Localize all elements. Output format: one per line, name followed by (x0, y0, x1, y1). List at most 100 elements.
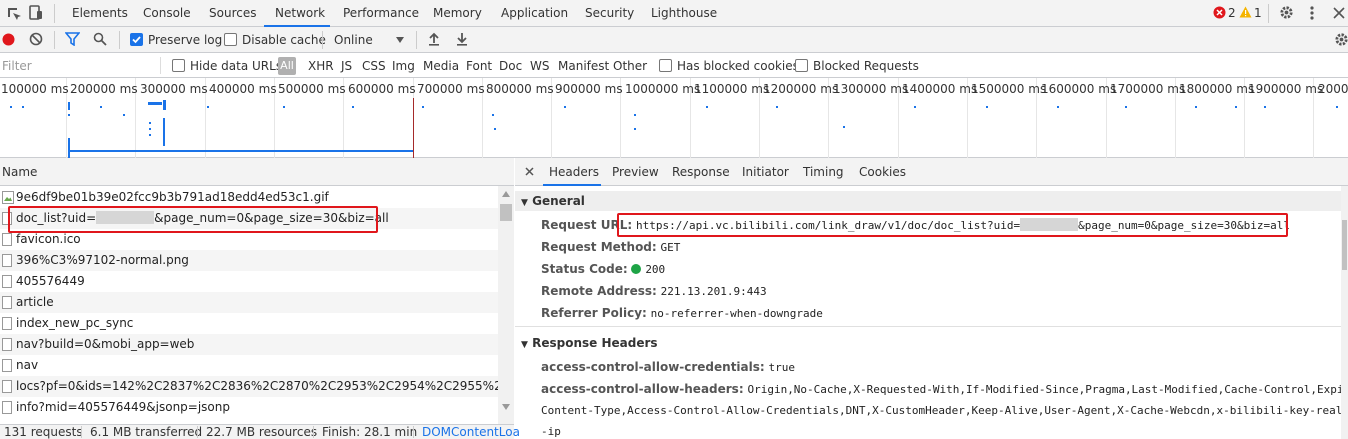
filter-type-js[interactable]: JS (341, 59, 352, 73)
device-toolbar-icon[interactable] (29, 5, 43, 21)
scrollbar-thumb[interactable] (500, 204, 512, 221)
divider (416, 31, 417, 49)
remote-address-value: 221.13.201.9:443 (660, 285, 767, 298)
status-finish: Finish: 28.1 min (322, 425, 418, 439)
referrer-policy-row: Referrer Policy: no-referrer-when-downgr… (541, 303, 823, 323)
list-item[interactable]: index_new_pc_sync (0, 313, 498, 334)
list-item[interactable]: nav?build=0&mobi_app=web (0, 334, 498, 355)
tab-console[interactable]: Console (143, 0, 191, 27)
tab-timing[interactable]: Timing (803, 158, 844, 186)
filter-type-css[interactable]: CSS (362, 59, 386, 73)
preserve-log-checkbox[interactable] (130, 33, 143, 46)
network-overview-timeline[interactable]: 100000 ms 200000 ms 300000 ms 400000 ms 5000… (0, 78, 1348, 158)
warning-icon[interactable] (1239, 6, 1252, 18)
list-item-label: 405576449 (16, 274, 85, 288)
referrer-policy-key: Referrer Policy: (541, 306, 647, 320)
overview-request-marks (10, 100, 1338, 146)
list-item[interactable]: 405576449 (0, 271, 498, 292)
filter-type-media[interactable]: Media (423, 59, 459, 73)
divider (119, 31, 120, 49)
filter-type-doc[interactable]: Doc (499, 59, 522, 73)
blocked-requests-label[interactable]: Blocked Requests (813, 59, 919, 73)
tab-initiator[interactable]: Initiator (742, 158, 789, 186)
record-icon[interactable] (2, 33, 15, 46)
list-item[interactable]: 396%C3%97102-normal.png (0, 250, 498, 271)
list-item[interactable]: info?mid=405576449&jsonp=jsonp (0, 397, 498, 418)
list-item[interactable]: locs?pf=0&ids=142%2C2837%2C2836%2C2870%2… (0, 376, 498, 397)
response-headers-title: Response Headers (532, 336, 658, 350)
tab-network[interactable]: Network (264, 0, 330, 27)
tab-memory[interactable]: Memory (433, 0, 482, 27)
request-method-value: GET (660, 241, 681, 254)
acac-row: access-control-allow-credentials: true (541, 357, 795, 377)
referrer-policy-value: no-referrer-when-downgrade (650, 307, 823, 320)
file-icon (2, 317, 12, 330)
search-icon[interactable] (93, 32, 107, 46)
response-headers-section-header[interactable]: ▼ Response Headers (515, 333, 1341, 353)
details-scrollbar[interactable] (1341, 186, 1348, 439)
scrollbar-thumb[interactable] (1342, 220, 1347, 270)
blocked-requests-checkbox[interactable] (795, 59, 808, 72)
devtools-tab-bar: Elements Console Sources Network Perform… (0, 0, 1348, 27)
export-har-icon[interactable] (456, 32, 468, 46)
more-options-icon[interactable] (1310, 5, 1314, 21)
gear-icon[interactable] (1279, 5, 1294, 20)
preserve-log-label[interactable]: Preserve log (148, 33, 222, 47)
import-har-icon[interactable] (428, 32, 440, 46)
has-blocked-cookies-label[interactable]: Has blocked cookies (677, 59, 799, 73)
acah-row-cont: Content-Type,Access-Control-Allow-Creden… (541, 404, 1343, 417)
general-section-title: General (532, 194, 585, 208)
filter-type-img[interactable]: Img (392, 59, 415, 73)
filter-type-other[interactable]: Other (613, 59, 647, 73)
inspect-element-icon[interactable] (6, 6, 22, 22)
file-icon (2, 401, 12, 414)
status-code-row: Status Code: 200 (541, 259, 665, 279)
divider (54, 31, 55, 49)
request-method-key: Request Method: (541, 240, 657, 254)
list-item-label: nav (16, 358, 39, 372)
clear-icon[interactable] (29, 32, 43, 46)
request-details-pane: Headers Preview Response Initiator Timin… (515, 158, 1348, 439)
has-blocked-cookies-checkbox[interactable] (659, 59, 672, 72)
hide-data-urls-label[interactable]: Hide data URLs (190, 59, 282, 73)
filter-type-xhr[interactable]: XHR (308, 59, 334, 73)
filter-type-all[interactable]: All (278, 57, 296, 75)
tab-lighthouse[interactable]: Lighthouse (651, 0, 717, 27)
throttling-select[interactable]: Online (334, 33, 373, 47)
tab-security[interactable]: Security (585, 0, 634, 27)
tab-response[interactable]: Response (672, 158, 730, 186)
name-column-header[interactable]: Name (0, 158, 514, 186)
error-icon[interactable] (1213, 6, 1226, 19)
hide-data-urls-checkbox[interactable] (172, 59, 185, 72)
filter-type-ws[interactable]: WS (530, 59, 549, 73)
list-item[interactable]: 9e6df9be01b39e02fcc9b3b791ad18edd4ed53c1… (0, 187, 498, 208)
network-settings-gear-icon[interactable] (1334, 32, 1348, 47)
filter-icon[interactable] (65, 32, 80, 46)
file-icon (2, 254, 12, 267)
divider (313, 426, 314, 438)
general-section-header[interactable]: ▼ General (515, 191, 1341, 211)
acac-key: access-control-allow-credentials: (541, 360, 765, 374)
filter-type-font[interactable]: Font (466, 59, 492, 73)
tab-cookies[interactable]: Cookies (859, 158, 906, 186)
close-icon[interactable] (1333, 7, 1345, 19)
status-ok-icon (631, 264, 642, 274)
request-list-scrollbar[interactable] (498, 186, 514, 424)
chevron-down-icon[interactable] (396, 37, 404, 43)
disable-cache-label[interactable]: Disable cache (242, 33, 326, 47)
filter-type-manifest[interactable]: Manifest (558, 59, 609, 73)
tab-performance[interactable]: Performance (343, 0, 419, 27)
warning-count[interactable]: 1 (1254, 6, 1262, 20)
close-icon[interactable] (525, 167, 534, 176)
list-item[interactable]: article (0, 292, 498, 313)
tab-preview[interactable]: Preview (612, 158, 659, 186)
list-item[interactable]: nav (0, 355, 498, 376)
filter-input[interactable]: Filter (2, 59, 32, 73)
tab-sources[interactable]: Sources (209, 0, 256, 27)
tab-application[interactable]: Application (501, 0, 568, 27)
status-transferred: 6.1 MB transferred (90, 425, 203, 439)
error-count[interactable]: 2 (1228, 6, 1236, 20)
tab-headers[interactable]: Headers (543, 158, 601, 186)
disable-cache-checkbox[interactable] (224, 33, 237, 46)
tab-elements[interactable]: Elements (72, 0, 128, 27)
